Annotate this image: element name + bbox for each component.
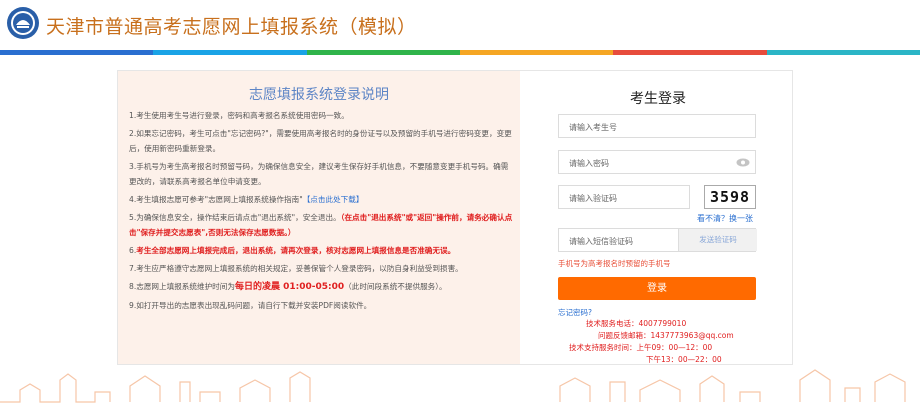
instructions-list: 1.考生使用考生号进行登录，密码和高考报名系统使用密码一致。 2.如果忘记密码，… <box>129 108 515 316</box>
instruction-item: 2.如果忘记密码，考生可点击"忘记密码?"，需要使用高考报名时的身份证号以及预留… <box>129 129 512 153</box>
login-form: 考生登录 3598 看不清？换一张 发送验证码 手机号为高考报名时预留的手机号 … <box>558 71 758 364</box>
instruction-item: 6.考生全部志愿网上填报完成后，退出系统，请再次登录，核对志愿网上填报信息是否准… <box>129 243 515 258</box>
instruction-warning: 考生全部志愿网上填报完成后，退出系统，请再次登录，核对志愿网上填报信息是否准确无… <box>136 246 456 255</box>
instruction-text: 5.为确保信息安全，操作结束后请点击"退出系统"，安全退出。 <box>129 213 341 222</box>
instruction-item: 8.志愿网上填报系统维护时间为每日的凌晨 01:00-05:00（此时间段系统不… <box>129 279 515 295</box>
instruction-item: 4.考生填报志愿可参考"志愿网上填报系统操作指南"【点击此处下载】 <box>129 192 515 207</box>
forgot-password-link[interactable]: 忘记密码? <box>558 307 592 318</box>
login-button[interactable]: 登录 <box>558 277 756 300</box>
guide-download-link[interactable]: 【点击此处下载】 <box>303 195 364 204</box>
instruction-item: 5.为确保信息安全，操作结束后请点击"退出系统"，安全退出。（在点击"退出系统"… <box>129 210 515 240</box>
login-title: 考生登录 <box>630 91 686 107</box>
support-hours: 技术支持服务时间：上午09：00—12：00 <box>569 343 713 352</box>
instruction-item: 1.考生使用考生号进行登录，密码和高考报名系统使用密码一致。 <box>129 111 349 120</box>
support-phone: 技术服务电话：4007799010 <box>586 319 687 328</box>
instruction-item: 7.考生应严格遵守志愿网上填报系统的相关规定，妥善保管个人登录密码，以防自身利益… <box>129 264 463 273</box>
instruction-text: 4.考生填报志愿可参考"志愿网上填报系统操作指南" <box>129 195 303 204</box>
student-id-field <box>558 114 756 139</box>
site-title: 天津市普通高考志愿网上填报系统（模拟） <box>46 16 417 38</box>
site-header: 天津市普通高考志愿网上填报系统（模拟） <box>0 0 920 50</box>
header-color-bar <box>0 50 920 55</box>
instructions-panel: 志愿填报系统登录说明 1.考生使用考生号进行登录，密码和高考报名系统使用密码一致… <box>118 71 520 364</box>
instruction-text: （此时间段系统不提供服务）。 <box>344 282 447 291</box>
university-logo-icon <box>7 7 39 39</box>
eye-icon[interactable] <box>736 158 750 167</box>
refresh-captcha-link[interactable]: 看不清？换一张 <box>697 213 753 224</box>
send-sms-button[interactable]: 发送验证码 <box>678 229 757 251</box>
sms-code-field: 发送验证码 <box>558 228 757 253</box>
maintenance-time: 每日的凌晨 01:00-05:00 <box>234 282 345 292</box>
password-input[interactable] <box>559 152 755 175</box>
login-card: 志愿填报系统登录说明 1.考生使用考生号进行登录，密码和高考报名系统使用密码一致… <box>117 70 793 365</box>
support-email: 问题反馈邮箱：1437773963@qq.com <box>598 331 734 340</box>
student-id-input[interactable] <box>559 116 755 139</box>
phone-hint: 手机号为高考报名时预留的手机号 <box>558 259 671 268</box>
decorative-skyline <box>0 369 906 403</box>
captcha-image[interactable]: 3598 <box>704 185 756 209</box>
password-field <box>558 150 756 175</box>
instructions-title: 志愿填报系统登录说明 <box>249 87 389 103</box>
instruction-text: 8.志愿网上填报系统维护时间为 <box>129 282 235 291</box>
captcha-input[interactable] <box>559 187 689 210</box>
captcha-field <box>558 185 690 210</box>
sms-code-input[interactable] <box>559 230 679 253</box>
instruction-item: 9.如打开导出的志愿表出现乱码问题，请自行下载并安装PDF阅读软件。 <box>129 301 372 310</box>
instruction-item: 3.手机号为考生高考报名时预留号码，为确保信息安全，建议考生保存好手机信息，不要… <box>129 162 509 186</box>
